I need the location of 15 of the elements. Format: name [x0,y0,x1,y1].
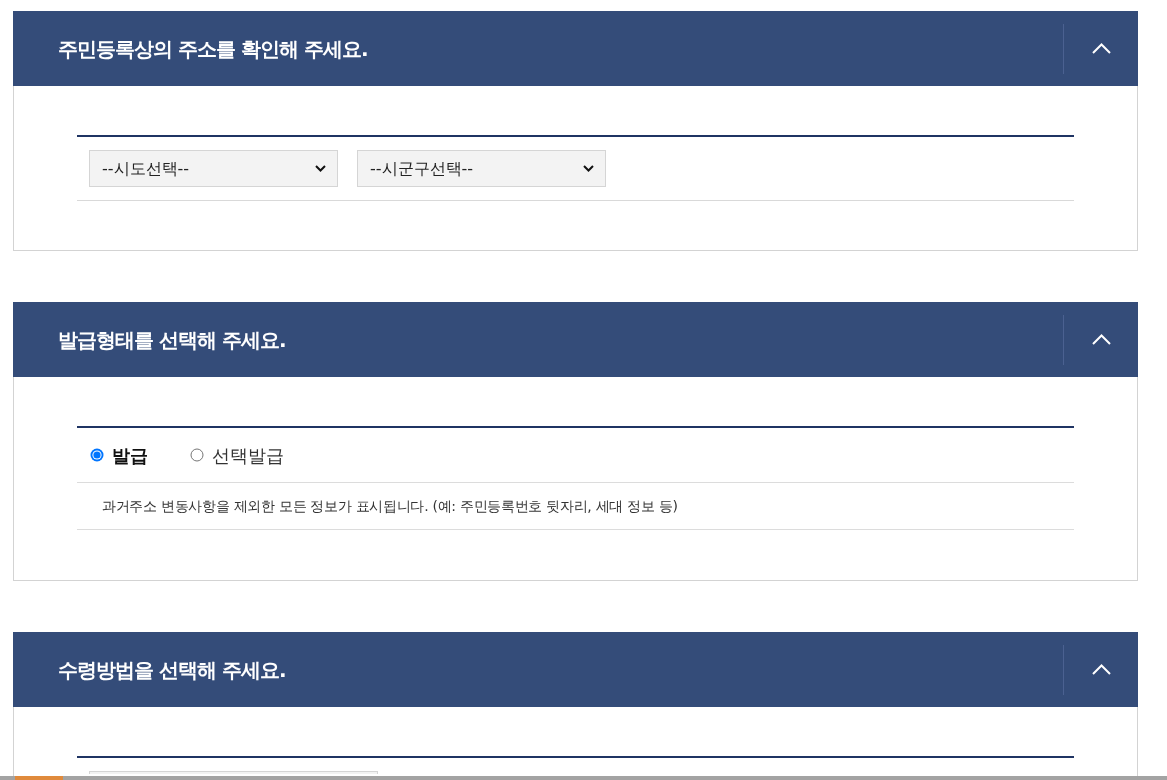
radio-option[interactable]: 발급 [90,441,148,469]
chevron-down-icon [315,165,326,172]
chevron-up-icon [1091,334,1111,345]
section-title: 수령방법을 선택해 주세요. [57,656,287,684]
description-text: 과거주소 변동사항을 제외한 모든 정보가 표시됩니다. (예: 주민등록번호 뒷자리, 세대 정보 등) [102,496,678,516]
dropdown[interactable]: --시도선택-- [89,150,338,187]
bar-indicator [15,776,63,780]
section-title: 발급형태를 선택해 주세요. [57,326,287,354]
dropdown[interactable]: --시군구선택-- [357,150,606,187]
radio-option[interactable]: 선택발급 [190,441,284,469]
chevron-up-icon [1091,664,1111,675]
section-title: 주민등록상의 주소를 확인해 주세요. [57,35,369,63]
chevron-down-icon [583,165,594,172]
dropdown[interactable] [89,771,378,774]
chevron-up-icon [1091,43,1111,54]
